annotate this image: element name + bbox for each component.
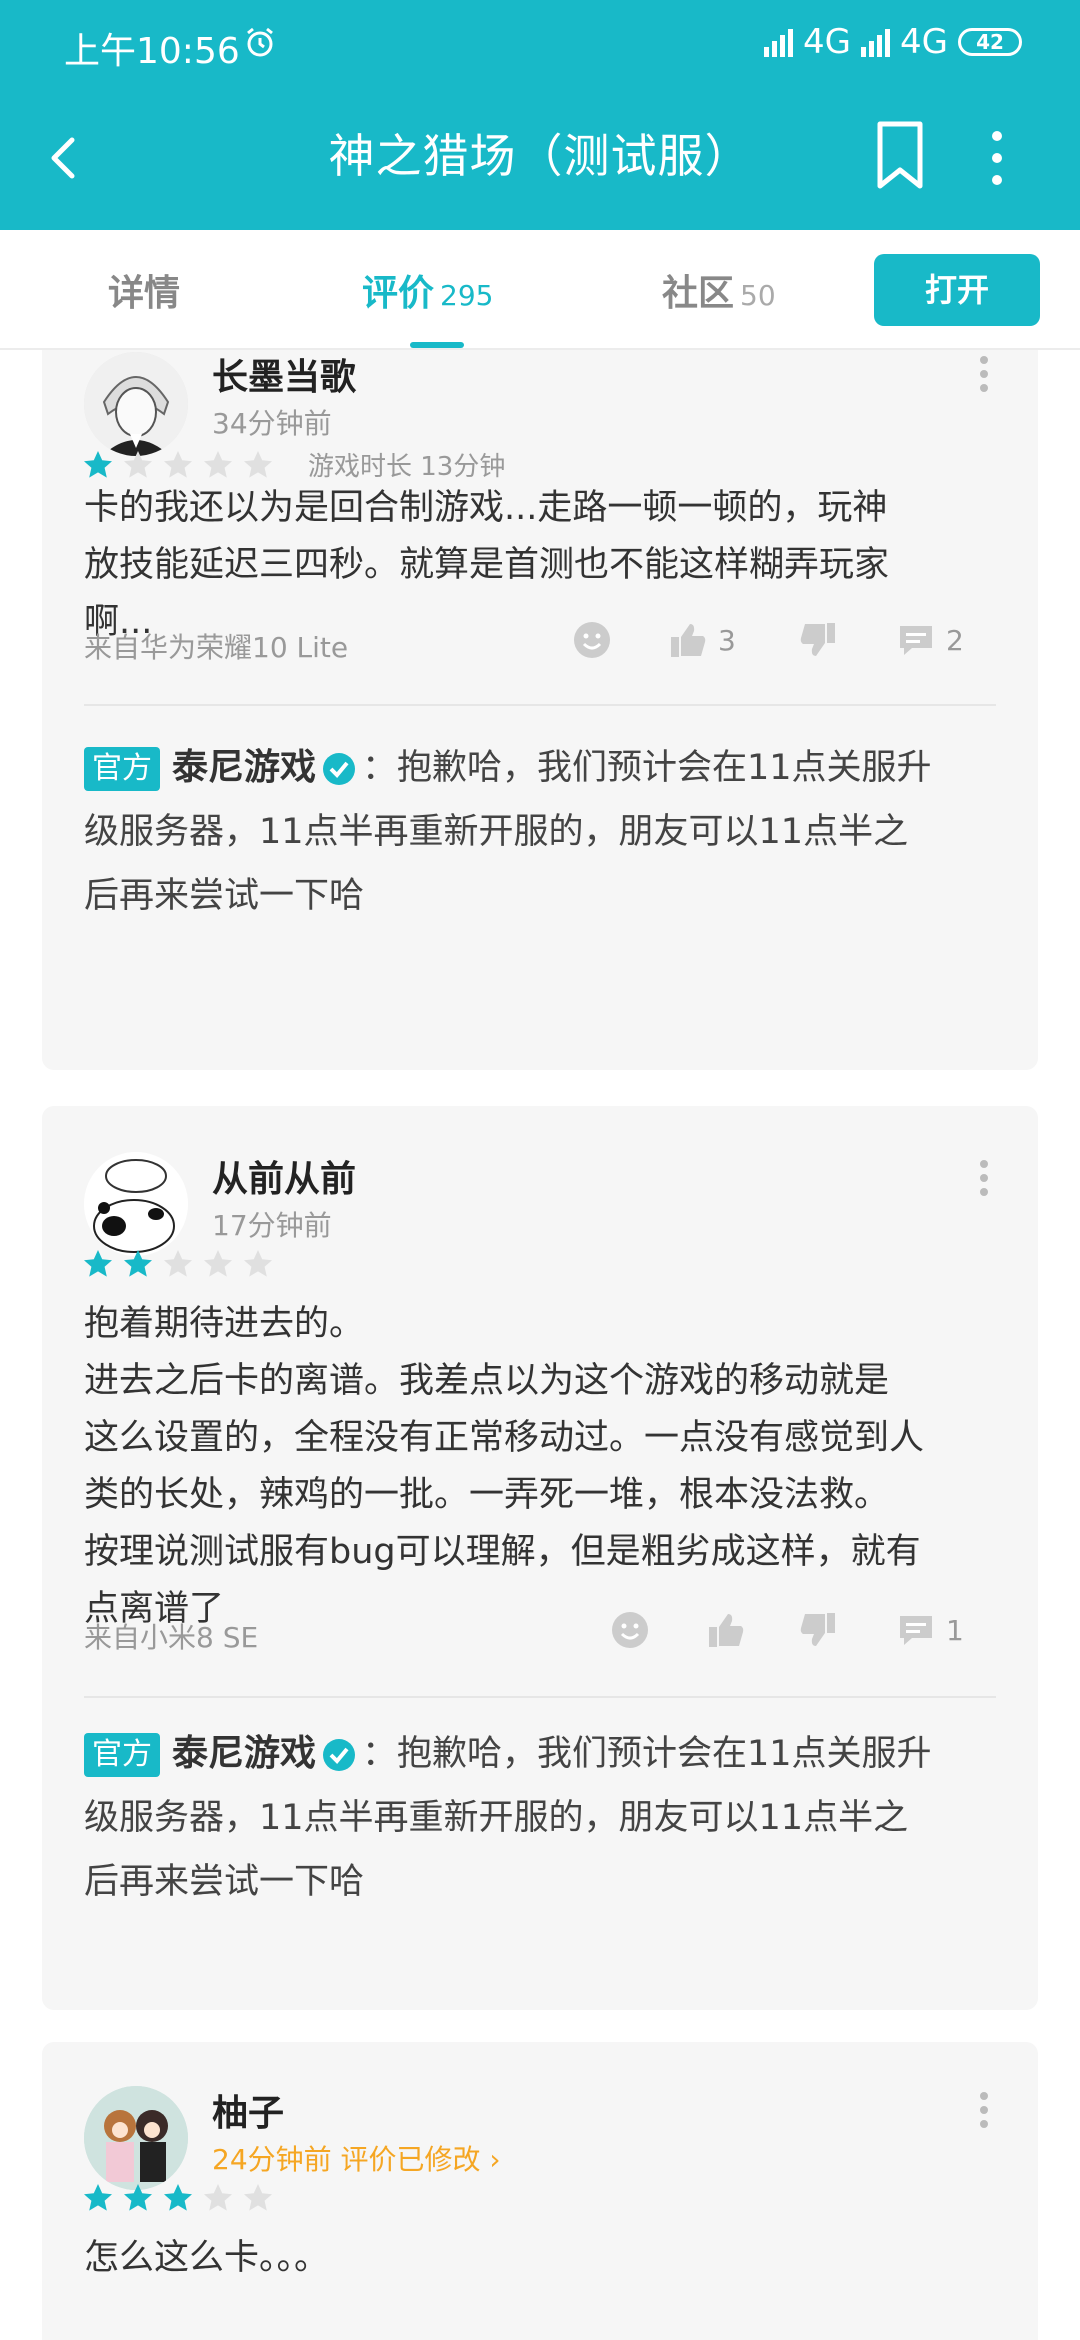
star-filled-icon (124, 1250, 152, 1277)
tab-indicator (410, 342, 464, 348)
star-filled-icon (84, 1250, 112, 1277)
tab-reviews[interactable]: 评价 295 (362, 264, 493, 316)
verified-icon (323, 753, 356, 785)
review-more-icon[interactable] (978, 1160, 990, 1200)
emoji-reaction-button[interactable] (610, 1610, 650, 1650)
signal-icon (764, 27, 794, 57)
star-filled-icon (84, 450, 112, 478)
tab-reviews-label: 评价 (362, 273, 435, 314)
battery-icon: 42 (958, 28, 1022, 56)
network-type-1: 4G (803, 22, 852, 62)
review-device: 来自华为荣耀10 Lite (84, 631, 349, 664)
tab-community-label: 社区 (662, 273, 735, 314)
rating-stars: 游戏时长 13分钟 (82, 446, 505, 483)
rating-stars (82, 2182, 274, 2214)
like-button[interactable]: 3 (668, 620, 736, 660)
bookmark-icon[interactable] (870, 116, 930, 194)
star-empty-icon (244, 2184, 272, 2211)
star-empty-icon (204, 2184, 232, 2211)
review-text: 抱着期待进去的。 进去之后卡的离谱。我差点以为这个游戏的移动就是 这么设置的，全… (84, 1304, 925, 1629)
like-button[interactable] (706, 1610, 756, 1650)
emoji-reaction-button[interactable] (572, 620, 612, 660)
avatar[interactable] (84, 2086, 188, 2190)
star-empty-icon (204, 450, 232, 478)
comment-icon (900, 1616, 932, 1645)
avatar[interactable] (84, 1152, 188, 1256)
more-vertical-icon[interactable] (982, 122, 1012, 194)
verified-icon (323, 1739, 356, 1771)
star-filled-icon (124, 2184, 152, 2211)
thumbs-up-icon (709, 1614, 744, 1647)
review-time: 34分钟前 (212, 407, 332, 440)
star-empty-icon (164, 450, 192, 478)
review-time[interactable]: 24分钟前 评价已修改 › (212, 2138, 501, 2178)
status-right: 4G 4G 42 (764, 22, 1022, 62)
star-empty-icon (244, 1250, 272, 1277)
avatar[interactable] (84, 352, 188, 456)
star-filled-icon (84, 2184, 112, 2211)
comment-count: 2 (946, 623, 964, 657)
thumbs-down-icon (800, 623, 835, 656)
comment-count: 1 (946, 1613, 964, 1647)
developer-reply: 官方 泰尼游戏 ：抱歉哈，我们预计会在11点关服升 级服务器，11点半再重新开服的，… (84, 1722, 1024, 1914)
open-button[interactable]: 打开 (874, 254, 1040, 326)
developer-name[interactable]: 泰尼游戏 (172, 747, 316, 788)
like-count: 3 (718, 623, 736, 657)
developer-name[interactable]: 泰尼游戏 (172, 1733, 316, 1774)
smiley-icon (574, 622, 610, 658)
review-username[interactable]: 长墨当歌 (212, 350, 356, 400)
review-more-icon[interactable] (978, 356, 990, 396)
smiley-icon (612, 1612, 648, 1648)
divider (84, 704, 996, 706)
review-card: 从前从前 17分钟前 抱着期待进去的。 进去之后卡的离谱。我差点以为这个游戏的移… (42, 1106, 1038, 2010)
comment-button[interactable]: 2 (896, 620, 964, 660)
tab-community[interactable]: 社区 50 (662, 264, 776, 316)
review-username[interactable]: 柚子 (212, 2084, 284, 2136)
tab-details-label: 详情 (108, 273, 181, 314)
thumbs-down-icon (800, 1613, 835, 1646)
network-type-2: 4G (900, 22, 948, 62)
review-feed[interactable]: 长墨当歌 34分钟前 游戏时长 13分钟 卡的我还以为是回合制游戏...走路一顿… (0, 350, 1080, 2340)
review-text: 怎么这么卡。。。 (84, 2238, 330, 2278)
review-card: 柚子 24分钟前 评价已修改 › 怎么这么卡。。。 (42, 2042, 1038, 2340)
official-badge: 官方 (84, 747, 160, 791)
tab-details[interactable]: 详情 (108, 264, 180, 316)
divider (84, 1696, 996, 1698)
tab-bar: 详情 评价 295 社区 50 打开 (0, 230, 1080, 350)
dislike-button[interactable] (798, 620, 838, 660)
status-time: 上午10:56 (64, 31, 240, 72)
tab-reviews-count: 295 (440, 279, 494, 312)
review-username[interactable]: 从前从前 (212, 1150, 356, 1202)
developer-reply: 官方 泰尼游戏 ：抱歉哈，我们预计会在11点关服升 级服务器，11点半再重新开服的，… (84, 736, 1024, 928)
tab-community-count: 50 (740, 279, 776, 312)
star-filled-icon (164, 2184, 192, 2211)
comment-button[interactable]: 1 (896, 1610, 964, 1650)
star-empty-icon (204, 1250, 232, 1277)
avatar-image (84, 352, 188, 456)
playtime: 游戏时长 13分钟 (308, 452, 506, 482)
comment-icon (900, 626, 932, 655)
avatar-image (84, 2086, 188, 2190)
review-card: 长墨当歌 34分钟前 游戏时长 13分钟 卡的我还以为是回合制游戏...走路一顿… (42, 350, 1038, 1070)
alarm-icon (247, 27, 273, 57)
signal-icon-2 (861, 27, 891, 57)
avatar-image (84, 1152, 188, 1256)
app-bar: 神之猎场（测试服） (0, 92, 1080, 230)
review-time: 17分钟前 (212, 1209, 332, 1242)
review-device: 来自小米8 SE (84, 1621, 259, 1654)
dislike-button[interactable] (798, 1610, 838, 1650)
star-empty-icon (164, 1250, 192, 1277)
star-empty-icon (124, 450, 152, 478)
official-badge: 官方 (84, 1733, 160, 1777)
rating-stars (82, 1248, 274, 1280)
status-bar: 上午10:56 4G 4G 42 (0, 0, 1080, 92)
thumbs-up-icon (671, 624, 706, 657)
review-more-icon[interactable] (978, 2092, 990, 2132)
star-empty-icon (244, 450, 272, 478)
